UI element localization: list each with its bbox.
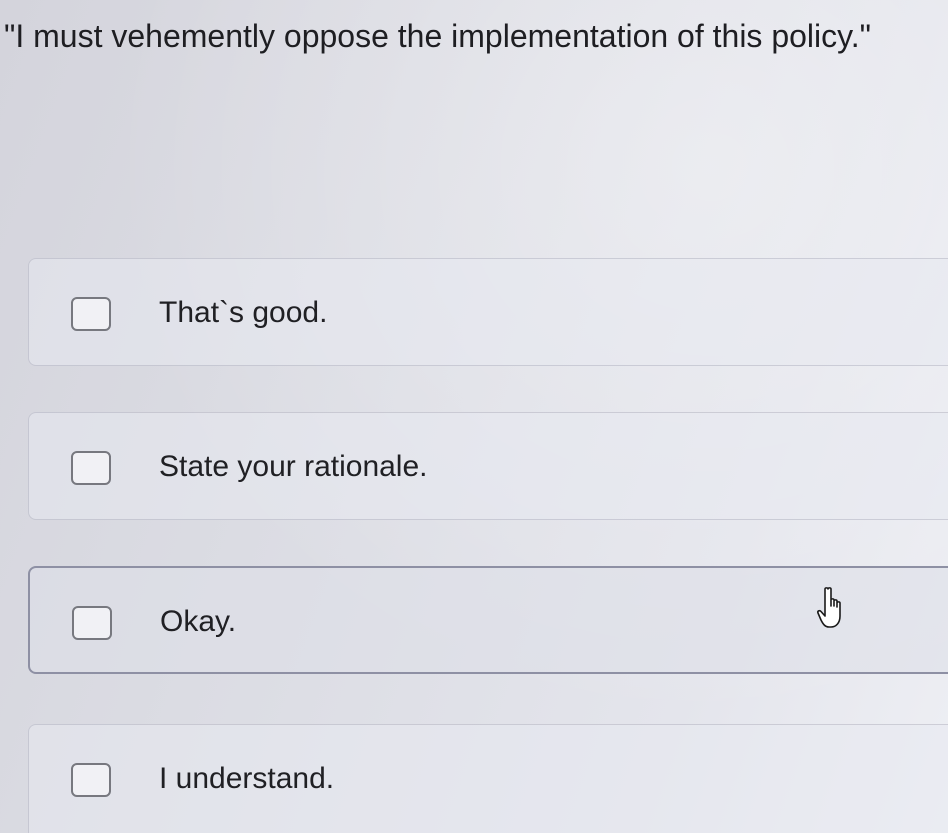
option-label: State your rationale. bbox=[159, 450, 428, 483]
option-checkbox[interactable] bbox=[71, 451, 111, 485]
option-checkbox[interactable] bbox=[71, 763, 111, 797]
option-okay[interactable]: Okay. bbox=[28, 566, 948, 674]
option-state-your-rationale[interactable]: State your rationale. bbox=[28, 412, 948, 520]
option-label: That`s good. bbox=[159, 296, 328, 329]
option-label: Okay. bbox=[160, 605, 237, 638]
option-checkbox[interactable] bbox=[71, 297, 111, 331]
option-label: I understand. bbox=[159, 762, 335, 795]
option-checkbox[interactable] bbox=[72, 606, 112, 640]
option-i-understand[interactable]: I understand. bbox=[28, 724, 948, 833]
hand-pointer-icon bbox=[817, 587, 841, 628]
option-thats-good[interactable]: That`s good. bbox=[28, 258, 948, 366]
question-text: "I must vehemently oppose the implementa… bbox=[4, 18, 871, 54]
